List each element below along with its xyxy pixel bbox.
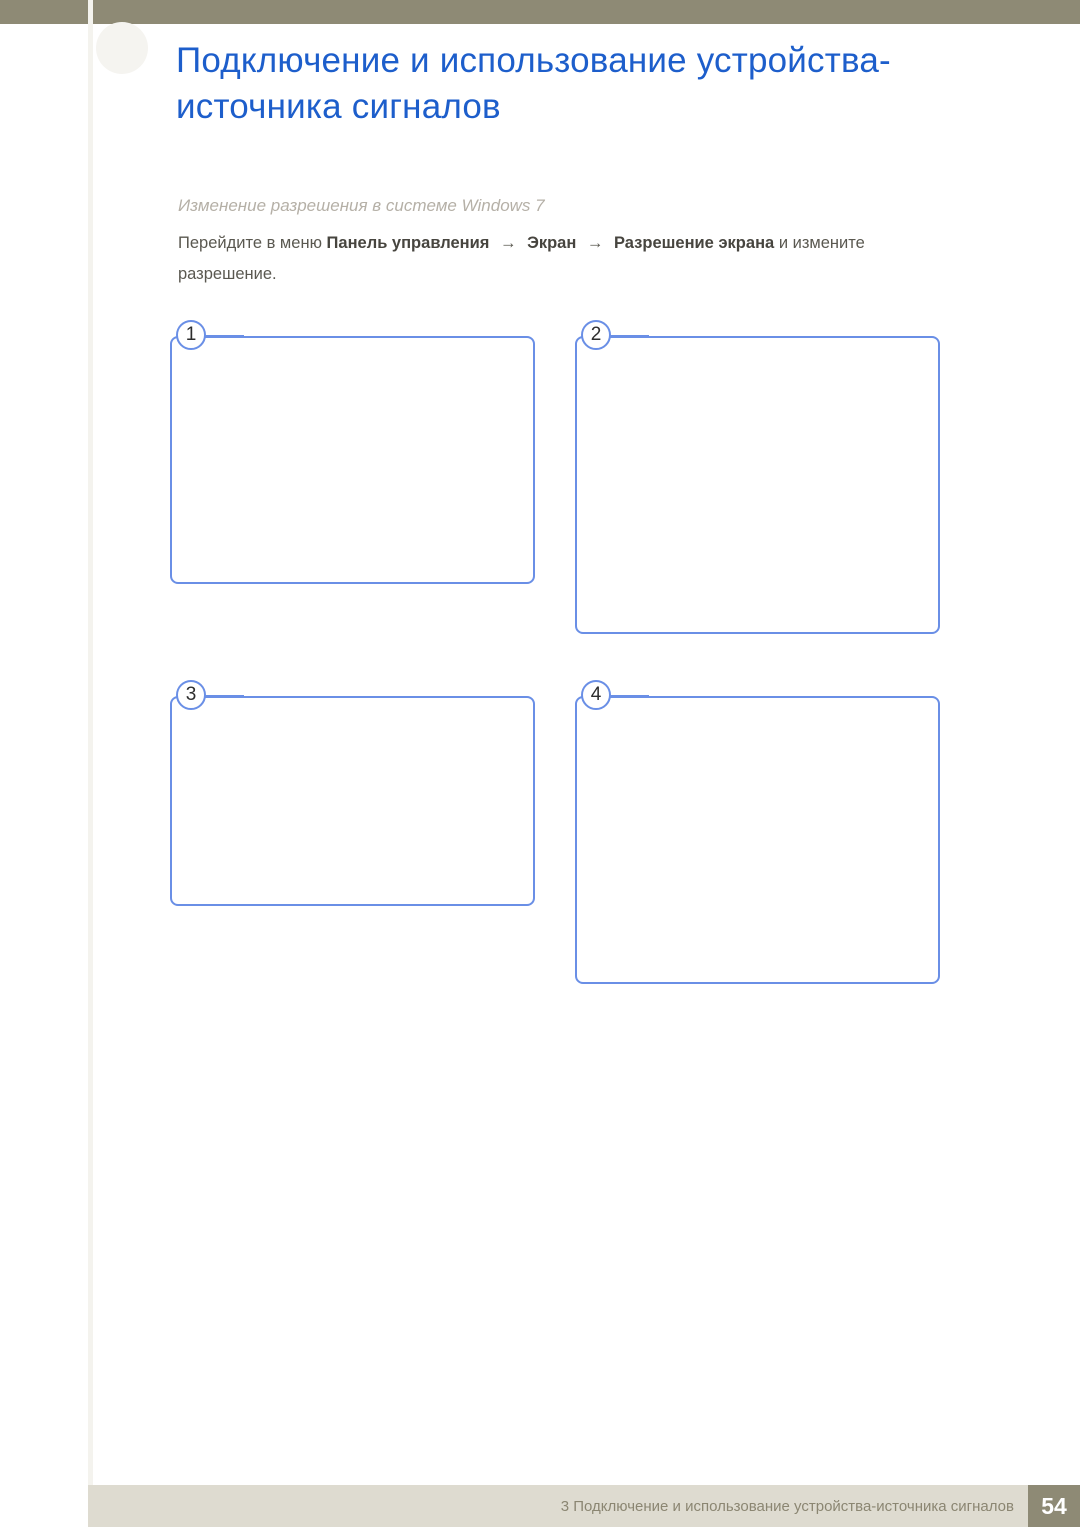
- footer-bar: 3 Подключение и использование устройства…: [88, 1485, 1080, 1527]
- step-number-badge: 2: [581, 320, 611, 350]
- page-number: 54: [1028, 1485, 1080, 1527]
- instruction-prefix: Перейдите в меню: [178, 234, 327, 252]
- step-2: 2: [575, 322, 940, 634]
- left-gutter: [88, 0, 93, 1490]
- step-number-badge: 3: [176, 680, 206, 710]
- step-3: 3: [170, 682, 535, 984]
- arrow-icon: →: [581, 228, 610, 259]
- footer-chapter-label: 3 Подключение и использование устройства…: [561, 1498, 1014, 1515]
- chapter-number-circle: [96, 22, 148, 74]
- arrow-icon: →: [494, 228, 523, 259]
- step-number-connector: [200, 695, 244, 698]
- step-number-badge: 1: [176, 320, 206, 350]
- instruction-text: Перейдите в меню Панель управления → Экр…: [178, 228, 948, 291]
- step-screenshot-placeholder: [575, 696, 940, 984]
- step-screenshot-placeholder: [170, 336, 535, 584]
- step-4: 4: [575, 682, 940, 984]
- page-title: Подключение и использование устройства-и…: [176, 38, 946, 130]
- instruction-suffix-1: и измените: [779, 234, 865, 252]
- document-page: Подключение и использование устройства-и…: [0, 0, 1080, 1527]
- step-number-connector: [605, 695, 649, 698]
- steps-grid: 1 2 3 4: [170, 322, 940, 984]
- top-accent-bar: [0, 0, 1080, 24]
- instruction-suffix-2: разрешение.: [178, 265, 277, 283]
- path-resolution: Разрешение экрана: [614, 234, 774, 252]
- path-control-panel: Панель управления: [327, 234, 490, 252]
- path-display: Экран: [527, 234, 576, 252]
- section-subtitle: Изменение разрешения в системе Windows 7: [178, 196, 545, 216]
- step-number-connector: [605, 335, 649, 338]
- step-screenshot-placeholder: [170, 696, 535, 906]
- step-screenshot-placeholder: [575, 336, 940, 634]
- step-number-badge: 4: [581, 680, 611, 710]
- step-number-connector: [200, 335, 244, 338]
- step-1: 1: [170, 322, 535, 634]
